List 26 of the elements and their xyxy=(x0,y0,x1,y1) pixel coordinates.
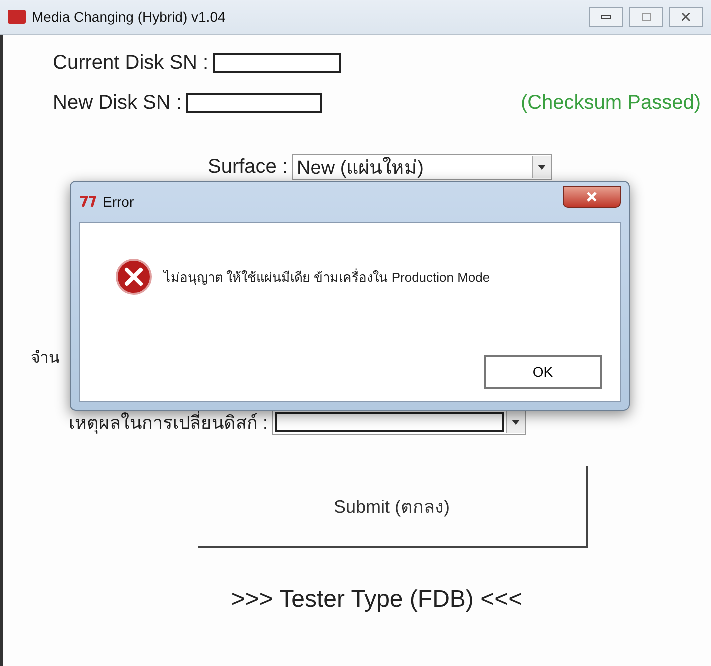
field-label: New Disk SN : xyxy=(53,92,182,114)
input-field[interactable] xyxy=(186,93,322,113)
caret-icon xyxy=(538,164,546,170)
caret-icon xyxy=(512,420,520,424)
close-icon xyxy=(587,192,597,202)
minimize-icon xyxy=(601,15,611,19)
submit-button[interactable]: Submit (ตกลง) xyxy=(198,466,588,548)
dialog-close-button[interactable] xyxy=(563,186,621,208)
field-label: เหตุผลในการเปลี่ยนดิสก์ : xyxy=(69,410,268,436)
checksum-status: (Checksum Passed) xyxy=(520,92,701,114)
dialog-title: Error xyxy=(103,194,136,210)
error-icon xyxy=(116,259,152,295)
error-message: ไม่อนุญาต ให้ใช้แผ่นมีเดีย ข้ามเครื่องใน Production Mode xyxy=(164,268,490,288)
surface-dropdown[interactable]: New (แผ่นใหม่) xyxy=(292,154,552,180)
ok-button[interactable]: OK xyxy=(484,355,602,389)
field-label: Current Disk SN : xyxy=(53,52,209,74)
field-label: Surface : xyxy=(208,156,288,178)
close-icon xyxy=(682,13,690,21)
minimize-button[interactable] xyxy=(589,7,623,27)
window-title: Media Changing (Hybrid) v1.04 xyxy=(32,9,227,25)
close-button[interactable] xyxy=(669,7,703,27)
field-label: จำน xyxy=(31,348,60,368)
tester-type-label: >>> Tester Type (FDB) <<< xyxy=(230,586,524,614)
reason-dropdown[interactable] xyxy=(272,409,526,435)
maximize-icon xyxy=(642,13,650,21)
input-field[interactable] xyxy=(212,53,341,73)
